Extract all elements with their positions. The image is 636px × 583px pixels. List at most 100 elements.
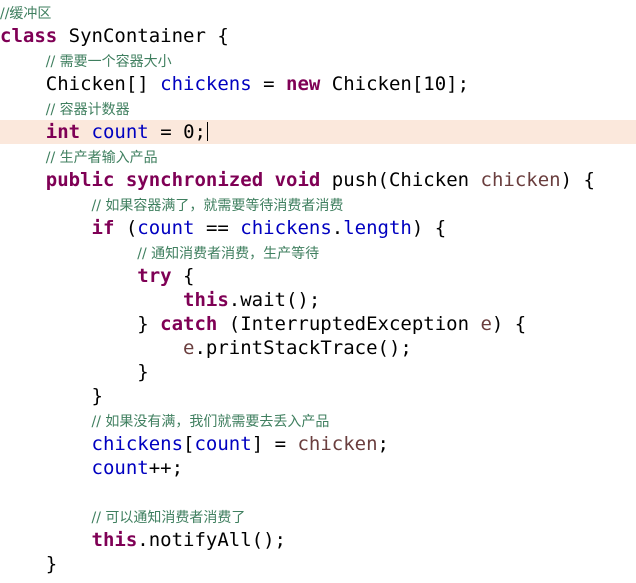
code-token: count [91, 457, 149, 479]
code-token: } [0, 385, 103, 407]
code-token: } [0, 313, 161, 335]
code-line[interactable]: } [0, 384, 636, 408]
code-token: [ [183, 433, 195, 455]
code-line[interactable]: // 如果没有满，我们就需要去丢入产品 [0, 408, 636, 432]
code-line[interactable]: // 如果容器满了，就需要等待消费者消费 [0, 192, 636, 216]
code-token: .notifyAll(); [137, 529, 286, 551]
code-token: .printStackTrace(); [194, 337, 412, 359]
code-comment: // 容器计数器 [45, 102, 130, 118]
code-line[interactable]: //缓冲区 [0, 0, 636, 24]
code-token: chickens [240, 217, 332, 239]
code-token: push(Chicken [320, 169, 481, 191]
code-token: SynContainer { [57, 25, 229, 47]
code-token: = [251, 73, 286, 95]
code-line[interactable]: } [0, 360, 636, 384]
code-line[interactable]: e.printStackTrace(); [0, 336, 636, 360]
code-comment: // 需要一个容器大小 [45, 54, 172, 70]
code-token: count [91, 121, 149, 143]
code-line[interactable]: class SynContainer { [0, 24, 636, 48]
code-line[interactable]: this.notifyAll(); [0, 528, 636, 552]
current-code-line[interactable]: int count = 0; [0, 120, 636, 144]
code-line[interactable]: try { [0, 264, 636, 288]
code-comment: // 如果没有满，我们就需要去丢入产品 [91, 414, 330, 430]
code-token: chickens [160, 73, 252, 95]
code-line[interactable]: // 需要一个容器大小 [0, 48, 636, 72]
code-editor[interactable]: //缓冲区 class SynContainer { // 需要一个容器大小 Ch… [0, 0, 636, 583]
code-comment: //缓冲区 [0, 6, 52, 22]
code-token: this [183, 289, 229, 311]
code-token: chicken [480, 169, 561, 191]
code-token: class [0, 25, 58, 47]
code-token: void [274, 169, 321, 191]
code-line[interactable]: // 通知消费者消费，生产等待 [0, 240, 636, 264]
code-line[interactable]: // 可以通知消费者消费了 [0, 504, 636, 528]
code-token: new [286, 73, 321, 95]
code-token: public [45, 169, 115, 191]
code-token: length [343, 217, 412, 239]
code-line[interactable]: // 容器计数器 [0, 96, 636, 120]
code-comment: // 通知消费者消费，生产等待 [137, 246, 320, 262]
code-token: { [171, 265, 195, 287]
text-caret [206, 122, 208, 141]
code-token: e [480, 313, 492, 335]
code-token: ) { [491, 313, 527, 335]
code-token: Chicken[] [0, 73, 161, 95]
code-token: chickens [91, 433, 184, 455]
code-line[interactable]: } [0, 552, 636, 576]
code-token: Chicken[10]; [320, 73, 470, 95]
code-comment: // 如果容器满了，就需要等待消费者消费 [91, 198, 344, 214]
code-token: ++; [148, 457, 184, 479]
code-token: count [194, 433, 252, 455]
code-token: catch [160, 313, 218, 335]
code-token: == [194, 217, 241, 239]
code-token: ) { [560, 169, 595, 191]
code-token: ( [114, 217, 138, 239]
code-token: .wait(); [228, 289, 321, 311]
code-token: e [183, 337, 195, 359]
code-line[interactable]: } catch (InterruptedException e) { [0, 312, 636, 336]
code-token: chicken [297, 433, 378, 455]
code-token: . [331, 217, 344, 239]
code-token: ] = [251, 433, 298, 455]
code-token: = 0; [148, 121, 206, 143]
code-line[interactable]: Chicken[] chickens = new Chicken[10]; [0, 72, 636, 96]
code-token: ; [377, 433, 389, 455]
code-token: try [137, 265, 172, 287]
code-line[interactable]: // 生产者输入产品 [0, 144, 636, 168]
code-line[interactable] [0, 480, 636, 504]
code-token: count [137, 217, 195, 239]
code-line[interactable]: chickens[count] = chicken; [0, 432, 636, 456]
code-comment: // 生产者输入产品 [45, 150, 158, 166]
code-line[interactable]: this.wait(); [0, 288, 636, 312]
code-line[interactable]: count++; [0, 456, 636, 480]
code-token: (InterruptedException [217, 313, 481, 335]
code-comment: // 可以通知消费者消费了 [91, 510, 246, 526]
code-token: int [45, 121, 81, 143]
code-token: if [91, 217, 115, 239]
code-token: synchronized [125, 169, 264, 191]
code-token: ) { [411, 217, 447, 239]
code-line[interactable]: if (count == chickens.length) { [0, 216, 636, 240]
code-token: this [91, 529, 138, 551]
code-token: } [0, 553, 58, 575]
code-line[interactable]: public synchronized void push(Chicken ch… [0, 168, 636, 192]
